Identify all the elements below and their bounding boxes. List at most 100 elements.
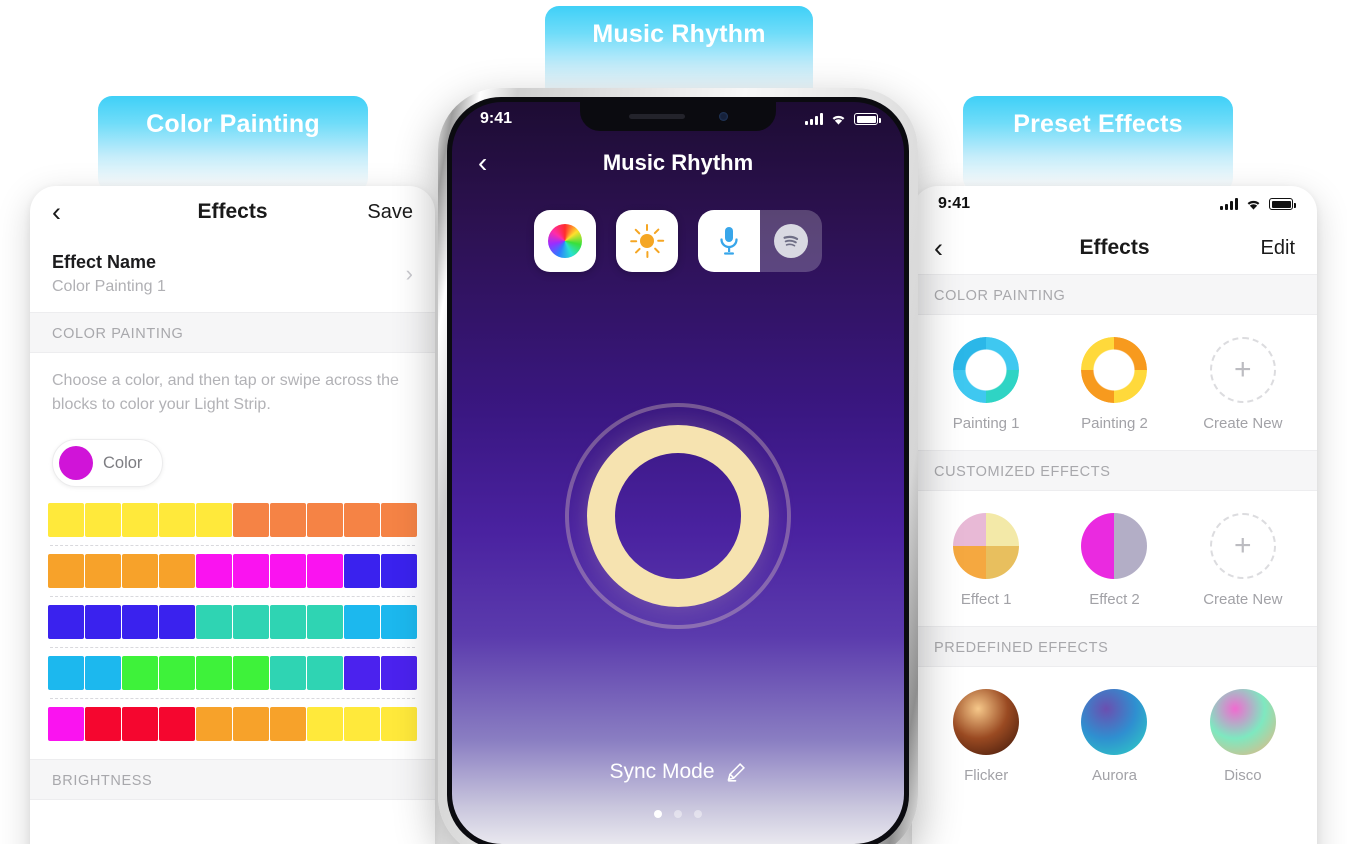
- page-dot[interactable]: [694, 810, 702, 818]
- color-grid-block[interactable]: [233, 656, 269, 690]
- effect-disc-thumbnail[interactable]: [953, 513, 1020, 579]
- edit-button[interactable]: Edit: [1261, 237, 1295, 260]
- color-grid-block[interactable]: [307, 503, 343, 537]
- effect-ring-thumbnail[interactable]: [1081, 337, 1148, 403]
- grid-divider: [50, 698, 415, 699]
- color-grid-block[interactable]: [196, 554, 232, 588]
- effect-disc-thumbnail[interactable]: [1081, 513, 1148, 579]
- save-button[interactable]: Save: [367, 201, 413, 224]
- color-grid-row[interactable]: [48, 503, 417, 537]
- color-grid-block[interactable]: [122, 503, 158, 537]
- center-phone-screen: 9:41 ‹ Music Rhythm Sync Mode: [452, 102, 904, 844]
- color-painting-grid[interactable]: [48, 503, 417, 741]
- color-grid-block[interactable]: [159, 707, 195, 741]
- color-wheel-button[interactable]: [534, 210, 596, 272]
- color-grid-block[interactable]: [344, 605, 380, 639]
- color-grid-block[interactable]: [159, 503, 195, 537]
- color-grid-block[interactable]: [381, 656, 417, 690]
- effect-item[interactable]: + Create New: [1179, 337, 1307, 432]
- sync-mode-button[interactable]: Sync Mode: [452, 760, 904, 790]
- music-source-toggle: [698, 210, 822, 272]
- section-header: CUSTOMIZED EFFECTS: [912, 450, 1317, 491]
- color-grid-block[interactable]: [307, 554, 343, 588]
- color-grid-block[interactable]: [122, 554, 158, 588]
- color-grid-block[interactable]: [48, 707, 84, 741]
- color-grid-block[interactable]: [85, 707, 121, 741]
- color-grid-row[interactable]: [48, 554, 417, 588]
- battery-icon: [1269, 198, 1296, 210]
- color-grid-block[interactable]: [48, 656, 84, 690]
- color-grid-block[interactable]: [196, 656, 232, 690]
- color-grid-block[interactable]: [270, 605, 306, 639]
- color-grid-block[interactable]: [344, 503, 380, 537]
- microphone-button[interactable]: [698, 210, 760, 272]
- pencil-edit-icon[interactable]: [725, 761, 747, 783]
- effect-item[interactable]: + Create New: [1179, 513, 1307, 608]
- chevron-left-icon[interactable]: ‹: [478, 149, 487, 177]
- color-grid-block[interactable]: [233, 554, 269, 588]
- page-dot[interactable]: [674, 810, 682, 818]
- color-grid-block[interactable]: [122, 707, 158, 741]
- color-grid-block[interactable]: [196, 503, 232, 537]
- color-grid-block[interactable]: [48, 554, 84, 588]
- spotify-button[interactable]: [760, 210, 822, 272]
- color-grid-block[interactable]: [48, 503, 84, 537]
- effect-item[interactable]: Painting 1: [922, 337, 1050, 432]
- color-grid-block[interactable]: [48, 605, 84, 639]
- color-grid-block[interactable]: [159, 554, 195, 588]
- color-grid-block[interactable]: [196, 707, 232, 741]
- page-dot[interactable]: [654, 810, 662, 818]
- banner-preset-effects: Preset Effects: [963, 96, 1233, 192]
- effect-preset-thumbnail[interactable]: [1081, 689, 1148, 755]
- color-grid-block[interactable]: [159, 605, 195, 639]
- color-grid-block[interactable]: [307, 656, 343, 690]
- color-grid-block[interactable]: [381, 554, 417, 588]
- color-grid-row[interactable]: [48, 707, 417, 741]
- color-grid-block[interactable]: [85, 656, 121, 690]
- color-grid-row[interactable]: [48, 656, 417, 690]
- color-grid-block[interactable]: [270, 503, 306, 537]
- color-grid-block[interactable]: [381, 503, 417, 537]
- color-grid-block[interactable]: [270, 656, 306, 690]
- color-grid-block[interactable]: [270, 554, 306, 588]
- color-grid-block[interactable]: [344, 554, 380, 588]
- effect-preset-thumbnail[interactable]: [1209, 689, 1276, 755]
- effect-ring-thumbnail[interactable]: [953, 337, 1020, 403]
- effect-item-label: Painting 2: [1081, 415, 1148, 432]
- color-grid-block[interactable]: [307, 707, 343, 741]
- color-grid-row[interactable]: [48, 605, 417, 639]
- effect-item[interactable]: Painting 2: [1050, 337, 1178, 432]
- color-grid-block[interactable]: [233, 605, 269, 639]
- color-grid-block[interactable]: [233, 503, 269, 537]
- color-grid-block[interactable]: [122, 605, 158, 639]
- effect-item[interactable]: Flicker: [922, 689, 1050, 784]
- color-grid-block[interactable]: [270, 707, 306, 741]
- color-grid-block[interactable]: [85, 503, 121, 537]
- plus-icon[interactable]: +: [1209, 337, 1276, 403]
- color-grid-block[interactable]: [85, 605, 121, 639]
- chevron-left-icon[interactable]: ‹: [52, 198, 61, 226]
- page-indicator[interactable]: [452, 790, 904, 844]
- color-grid-block[interactable]: [196, 605, 232, 639]
- effect-item[interactable]: Disco: [1179, 689, 1307, 784]
- plus-icon[interactable]: +: [1209, 513, 1276, 579]
- wifi-icon: [1247, 200, 1260, 210]
- color-grid-block[interactable]: [85, 554, 121, 588]
- effect-item[interactable]: Aurora: [1050, 689, 1178, 784]
- color-grid-block[interactable]: [122, 656, 158, 690]
- color-wheel-icon: [548, 224, 582, 258]
- brightness-button[interactable]: [616, 210, 678, 272]
- color-picker-button[interactable]: Color: [52, 439, 164, 487]
- effect-item[interactable]: Effect 1: [922, 513, 1050, 608]
- color-grid-block[interactable]: [159, 656, 195, 690]
- color-grid-block[interactable]: [344, 656, 380, 690]
- chevron-left-icon[interactable]: ‹: [934, 234, 943, 262]
- color-grid-block[interactable]: [381, 605, 417, 639]
- effect-name-row[interactable]: Effect Name Color Painting 1 ›: [30, 238, 435, 312]
- effect-item[interactable]: Effect 2: [1050, 513, 1178, 608]
- color-grid-block[interactable]: [233, 707, 269, 741]
- color-grid-block[interactable]: [307, 605, 343, 639]
- color-grid-block[interactable]: [344, 707, 380, 741]
- effect-preset-thumbnail[interactable]: [953, 689, 1020, 755]
- color-grid-block[interactable]: [381, 707, 417, 741]
